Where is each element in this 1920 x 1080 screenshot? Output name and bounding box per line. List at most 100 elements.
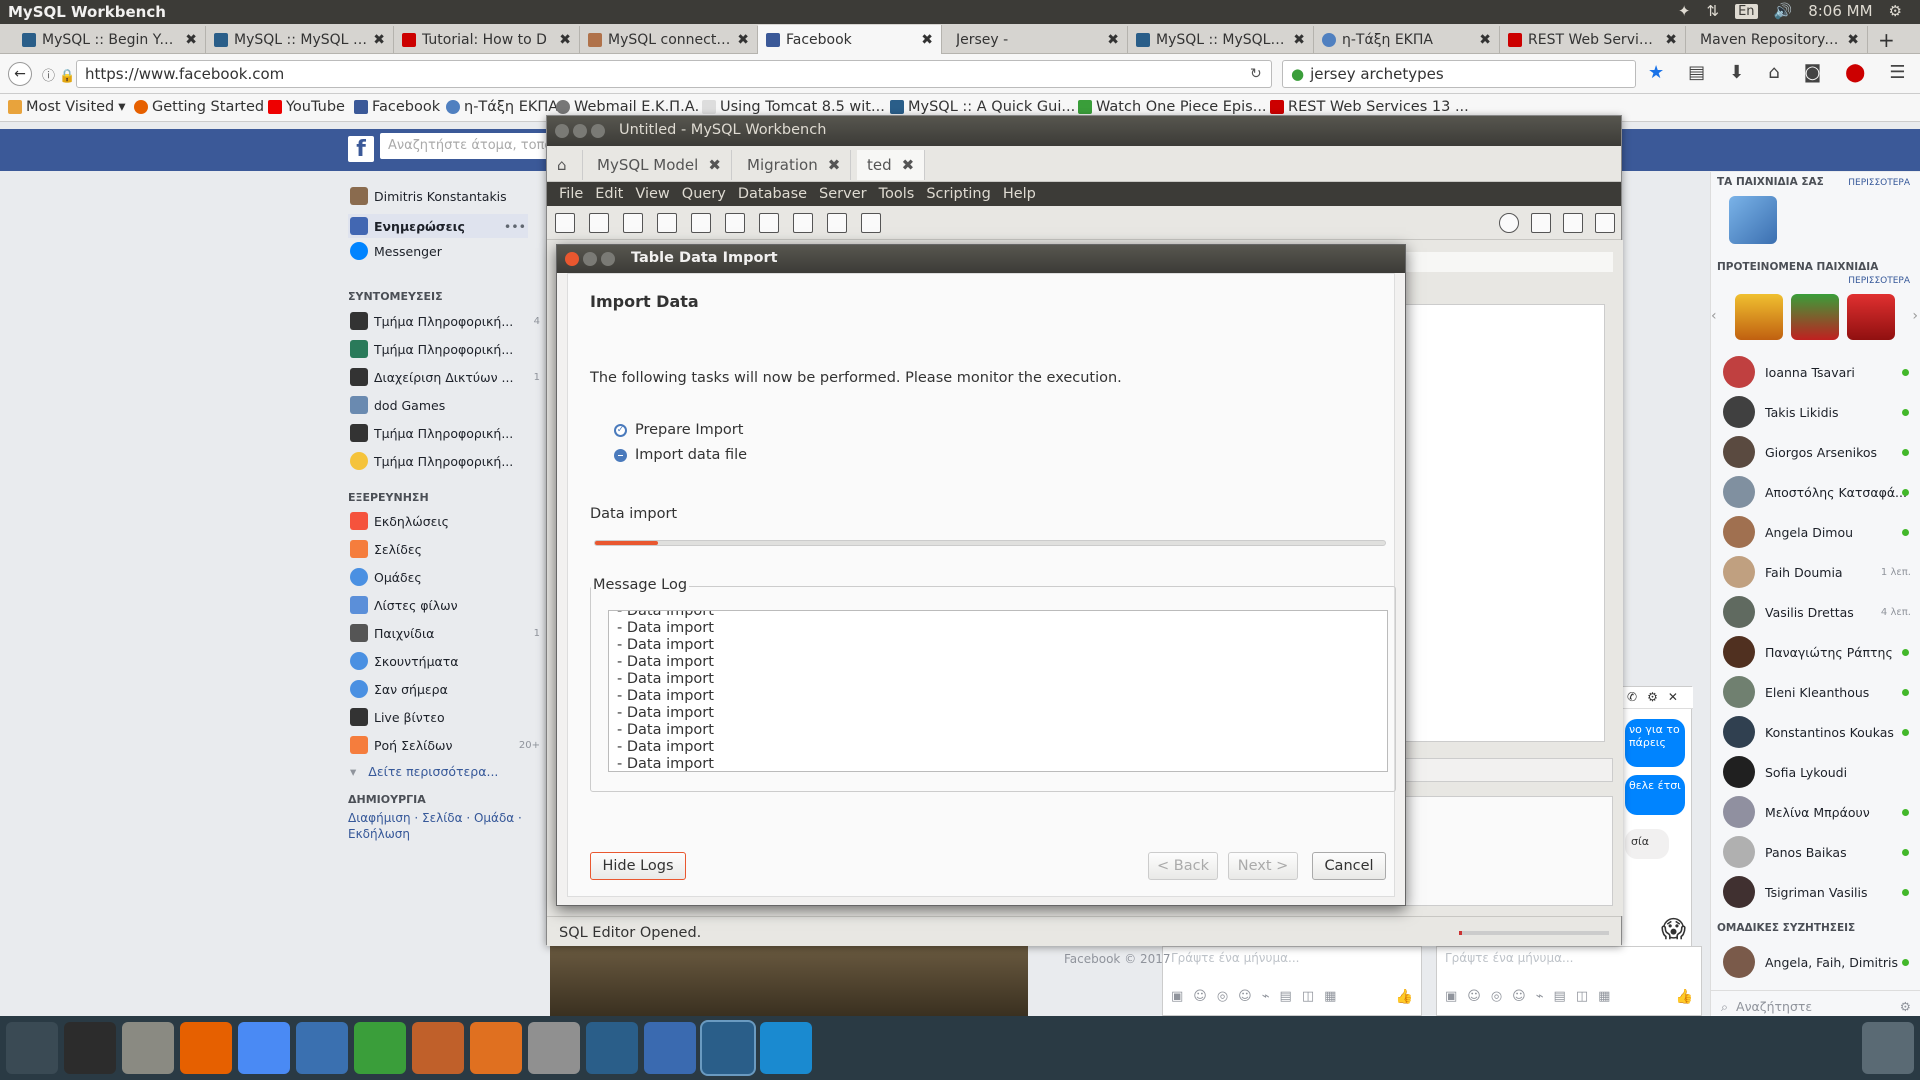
sql-editor-panel[interactable] [1397, 304, 1605, 742]
hide-logs-button[interactable]: Hide Logs [590, 852, 686, 880]
chat-friend[interactable]: Faih Doumia 1 λεπ. [1723, 556, 1913, 588]
chevron-right-icon[interactable]: › [1912, 308, 1918, 324]
chat-friend[interactable]: Konstantinos Koukas [1723, 716, 1913, 748]
close-tab-icon[interactable]: ✖ [828, 156, 841, 174]
files-icon[interactable] [122, 1022, 174, 1074]
chat-attachment-icons[interactable]: ▣☺◎☺⌁▤◫▦ [1171, 989, 1346, 1004]
message-log-textarea[interactable]: - Data import - Data import - Data impor… [608, 610, 1388, 772]
shortcut-item[interactable]: Τμήμα Πληροφορική... [350, 340, 530, 358]
tab-migration[interactable]: Migration ✖ [737, 150, 852, 180]
browser-tab[interactable]: MySQL :: Begin Your ✖ [14, 26, 206, 54]
maximize-dialog-icon[interactable] [601, 252, 615, 266]
dod-game-icon[interactable] [1729, 196, 1777, 244]
close-tab-icon[interactable]: ✖ [1847, 32, 1859, 48]
shortcut-item[interactable]: Τμήμα Πληροφορική... [350, 424, 530, 442]
chat-message-input[interactable]: Γράψτε ένα μήνυμα... [1445, 951, 1573, 965]
chat-friend[interactable]: Sofia Lykoudi [1723, 756, 1913, 788]
chat-attachment-icons[interactable]: ▣☺◎☺⌁▤◫▦ [1445, 989, 1620, 1004]
menu-server[interactable]: Server [813, 186, 873, 202]
open-sql-script-icon[interactable] [589, 213, 609, 233]
create-procedure-icon[interactable] [759, 213, 779, 233]
browser-tab[interactable]: Tutorial: How to D ✖ [394, 26, 580, 54]
bookmark-item[interactable]: YouTube [268, 99, 345, 115]
trash-icon[interactable] [1862, 1022, 1914, 1074]
pocket-icon[interactable]: ◙ [1804, 62, 1821, 83]
chat-friend[interactable]: Αποστόλης Κατσαφά... [1723, 476, 1913, 508]
url-bar[interactable]: https://www.facebook.com [76, 60, 1272, 88]
menu-hamburger-icon[interactable]: ☰ [1889, 62, 1905, 83]
toggle-secondary-sidebar-icon[interactable] [1595, 213, 1615, 233]
vegas-game-icon[interactable] [1735, 294, 1783, 340]
close-tab-icon[interactable]: ✖ [1107, 32, 1119, 48]
menu-edit[interactable]: Edit [589, 186, 629, 202]
system-settings-icon[interactable] [528, 1022, 580, 1074]
impress-icon[interactable] [412, 1022, 464, 1074]
bookmark-most-visited[interactable]: Most Visited ▾ [8, 99, 126, 115]
close-tab-icon[interactable]: ✖ [185, 32, 197, 48]
menu-file[interactable]: File [553, 186, 589, 202]
chevron-left-icon[interactable]: ‹ [1711, 308, 1717, 324]
group-chat-item[interactable]: Angela, Faih, Dimitris [1723, 946, 1913, 978]
explore-item[interactable]: Σελίδες [350, 540, 530, 558]
thumbs-up-icon[interactable]: 👍 [1396, 989, 1413, 1005]
adblock-icon[interactable]: ⬤ [1845, 62, 1865, 83]
home-icon[interactable]: ⌂ [1768, 62, 1779, 83]
close-tab-icon[interactable]: ✖ [737, 32, 749, 48]
new-tab-plus-icon[interactable]: + [1878, 28, 1895, 52]
more-games-link[interactable]: ΠΕΡΙΣΣΟΤΕΡΑ [1848, 276, 1910, 286]
close-tab-icon[interactable]: ✖ [559, 32, 571, 48]
explore-item[interactable]: Παιχνίδια 1 [350, 624, 540, 642]
chat-friend[interactable]: Eleni Kleanthous [1723, 676, 1913, 708]
create-function-icon[interactable] [793, 213, 813, 233]
create-links[interactable]: Διαφήμιση · Σελίδα · Ομάδα · Εκδήλωση [348, 810, 523, 842]
shortcut-item[interactable]: Διαχείριση Δικτύων ... 1 [350, 368, 540, 386]
shortcut-item[interactable]: dod Games [350, 396, 530, 414]
browser-tab[interactable]: MySQL :: MySQL Wo ✖ [1128, 26, 1314, 54]
browser-tab-active[interactable]: Facebook ✖ [758, 25, 942, 55]
search-table-data-icon[interactable] [827, 213, 847, 233]
browser-tab[interactable]: MySQL connection ✖ [580, 26, 758, 54]
nav-news-feed[interactable]: Ενημερώσεις ••• [348, 214, 528, 238]
chat-friend[interactable]: Ioanna Tsavari [1723, 356, 1913, 388]
explore-item[interactable]: Εκδηλώσεις [350, 512, 530, 530]
bird-game-icon[interactable] [1791, 294, 1839, 340]
browser-tab[interactable]: η-Τάξη ΕΚΠΑ ✖ [1314, 26, 1500, 54]
toggle-sidebar-icon[interactable] [1531, 213, 1551, 233]
reload-icon[interactable]: ↻ [1250, 66, 1262, 82]
menu-tools[interactable]: Tools [873, 186, 921, 202]
next-button[interactable]: Next > [1228, 852, 1298, 880]
settings-gear-icon[interactable]: ⚙ [1900, 999, 1911, 1014]
chat-friend[interactable]: Vasilis Drettas 4 λεπ. [1723, 596, 1913, 628]
create-table-icon[interactable] [691, 213, 711, 233]
library-icon[interactable]: ▤ [1688, 62, 1705, 83]
network-icon[interactable]: ⇅ [1706, 2, 1719, 20]
see-more-link[interactable]: ▾ Δείτε περισσότερα... [350, 764, 498, 779]
facebook-logo-icon[interactable]: f [348, 136, 374, 162]
software-center-icon[interactable] [470, 1022, 522, 1074]
back-arrow-icon[interactable]: ← [8, 62, 32, 86]
bookmark-item[interactable]: MySQL :: A Quick Gui... [890, 99, 1075, 115]
firefox-icon[interactable] [180, 1022, 232, 1074]
menu-query[interactable]: Query [676, 186, 732, 202]
dropbox-icon[interactable]: ✦ [1678, 2, 1691, 20]
chat-message-input[interactable]: Γράψτε ένα μήνυμα... [1171, 951, 1299, 965]
gear-icon[interactable]: ⚙ [1647, 690, 1658, 705]
minimize-dialog-icon[interactable] [583, 252, 597, 266]
chat-friend[interactable]: Takis Likidis [1723, 396, 1913, 428]
close-window-icon[interactable] [555, 124, 569, 138]
menu-view[interactable]: View [629, 186, 675, 202]
close-tab-icon[interactable]: ✖ [1479, 32, 1491, 48]
close-dialog-icon[interactable] [565, 252, 579, 266]
close-tab-icon[interactable]: ✖ [708, 156, 721, 174]
chat-friend[interactable]: Angela Dimou [1723, 516, 1913, 548]
toggle-output-panel-icon[interactable] [1563, 213, 1583, 233]
maximize-window-icon[interactable] [591, 124, 605, 138]
phone-icon[interactable]: ✆ [1627, 690, 1637, 705]
close-icon[interactable]: ✕ [1668, 690, 1678, 705]
tab-mysql-model[interactable]: MySQL Model ✖ [587, 150, 732, 180]
shortcut-item[interactable]: Τμήμα Πληροφορική... [350, 452, 530, 470]
close-tab-icon[interactable]: ✖ [921, 32, 933, 48]
browser-tab[interactable]: REST Web Services ✖ [1500, 26, 1686, 54]
bookmark-item[interactable]: Facebook [354, 99, 440, 115]
bookmark-item[interactable]: Watch One Piece Epis... [1078, 99, 1267, 115]
